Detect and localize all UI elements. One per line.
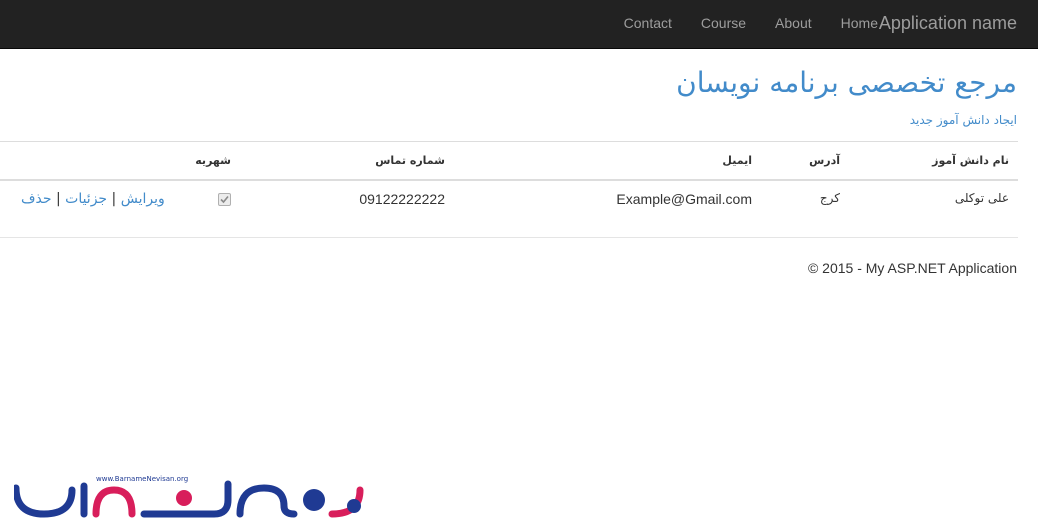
cell-address: کرج [819,191,840,205]
top-navbar: Application name Home About Course Conta… [0,0,1038,49]
delete-link[interactable]: حذف [21,191,52,207]
brand-link[interactable]: Application name [879,13,1017,34]
page-title: مرجع تخصصی برنامه نویسان [676,66,1017,99]
footer-text: © 2015 - My ASP.NET Application [807,260,1017,276]
table-header-row: نام دانش آموز آدرس ایمیل شماره تماس شهری… [0,142,1018,181]
students-table: نام دانش آموز آدرس ایمیل شماره تماس شهری… [0,141,1018,219]
cell-email: Example@Gmail.com [616,191,752,207]
nav-home-link[interactable]: Home [841,15,878,31]
create-student-link[interactable]: ایجاد دانش آموز جدید [910,113,1017,127]
details-link[interactable]: جزئیات [65,191,107,207]
header-email: ایمیل [722,154,752,167]
action-separator: | [55,191,61,207]
cell-phone: 09122222222 [359,191,445,207]
check-icon [220,195,229,204]
footer-divider [0,237,1018,238]
site-logo: www.BarnameNevisan.org [14,475,364,518]
nav-menu: Home About Course Contact [624,15,878,31]
header-phone: شماره تماس [375,154,445,167]
edit-link[interactable]: ویرایش [121,191,165,207]
logo-url: www.BarnameNevisan.org [96,475,188,483]
row-actions: ویرایش | جزئیات | حذف [21,191,165,207]
action-separator: | [111,191,117,207]
header-tuition: شهریه [195,154,231,167]
nav-course-link[interactable]: Course [701,15,746,31]
nav-contact-link[interactable]: Contact [624,15,672,31]
cell-student-name: علی توکلی [954,191,1009,205]
header-student-name: نام دانش آموز [932,154,1009,167]
nav-about-link[interactable]: About [775,15,812,31]
header-address: آدرس [809,154,840,167]
tuition-checkbox[interactable] [218,193,231,206]
table-row: علی توکلی کرج Example@Gmail.com 09122222… [0,181,1018,219]
